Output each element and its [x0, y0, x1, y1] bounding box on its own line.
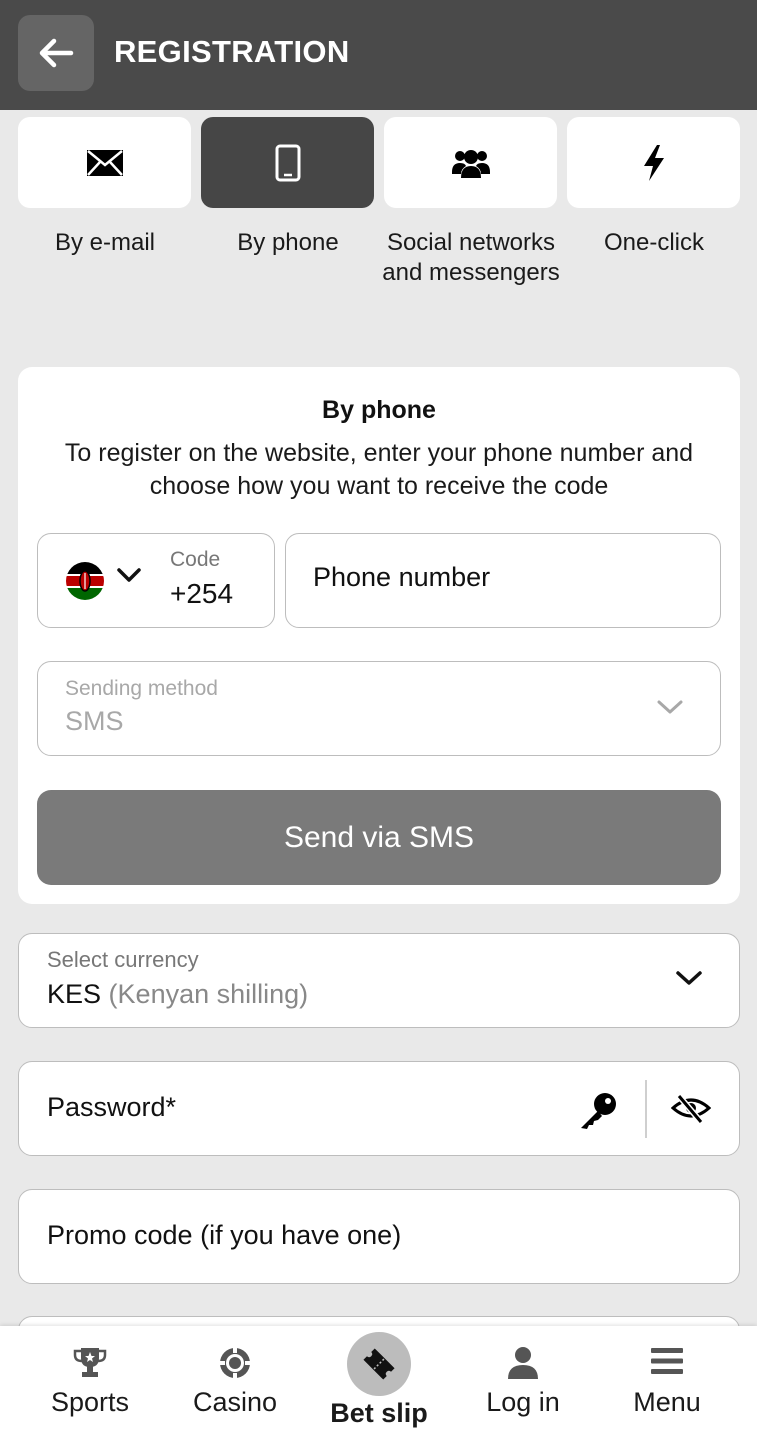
currency-value: KES (Kenyan shilling): [47, 979, 308, 1010]
nav-item-menu[interactable]: Menu: [597, 1326, 737, 1434]
country-code-selector[interactable]: Code +254: [37, 533, 275, 628]
casino-chip-icon: [219, 1347, 251, 1379]
phone-number-input[interactable]: [313, 562, 693, 593]
arrow-left-icon: [39, 38, 74, 68]
password-input[interactable]: [47, 1092, 567, 1123]
nav-item-sports[interactable]: Sports: [20, 1326, 160, 1434]
nav-item-bet-slip[interactable]: Bet slip: [309, 1326, 449, 1434]
method-tile-social[interactable]: [384, 117, 557, 208]
code-value: +254: [170, 578, 234, 609]
method-label-one-click: One-click: [603, 229, 705, 256]
envelope-icon: [86, 149, 123, 176]
method-label-phone: By phone: [237, 229, 339, 256]
chevron-down-icon: [676, 971, 702, 985]
card-title: By phone: [322, 396, 436, 424]
chevron-down-icon: [657, 700, 683, 714]
key-icon[interactable]: [577, 1091, 619, 1131]
method-label-email: By e-mail: [54, 229, 156, 256]
card-description: To register on the website, enter your p…: [64, 439, 694, 500]
currency-label: Select currency: [47, 947, 199, 972]
currency-code: KES: [47, 979, 102, 1009]
nav-label-menu: Menu: [633, 1387, 701, 1417]
password-field-divider: [645, 1080, 647, 1138]
bet-slip-circle: [347, 1332, 411, 1396]
code-label: Code: [170, 548, 221, 571]
nav-label-bet-slip: Bet slip: [330, 1398, 428, 1428]
bottom-nav: Sports Casino Bet slip Log in Menu: [0, 1326, 757, 1434]
nav-label-log-in: Log in: [486, 1387, 560, 1417]
ticket-icon: [363, 1348, 395, 1380]
user-icon: [508, 1347, 538, 1379]
hamburger-menu-icon: [651, 1348, 683, 1374]
method-tile-email[interactable]: [18, 117, 191, 208]
promo-code-field[interactable]: [18, 1189, 740, 1284]
currency-name: (Kenyan shilling): [108, 979, 309, 1009]
password-field[interactable]: [18, 1061, 740, 1156]
phone-number-field[interactable]: [285, 533, 721, 628]
lightning-icon: [643, 144, 664, 181]
method-tile-phone[interactable]: [201, 117, 374, 208]
nav-label-sports: Sports: [50, 1387, 130, 1417]
sending-method-select[interactable]: Sending method SMS: [37, 661, 721, 756]
smartphone-icon: [275, 144, 300, 181]
chevron-down-icon: [117, 568, 141, 582]
phone-registration-card: By phone To register on the website, ent…: [18, 367, 740, 904]
trophy-icon: [73, 1348, 107, 1377]
back-button[interactable]: [18, 15, 94, 91]
sending-method-value: SMS: [65, 706, 124, 736]
currency-select[interactable]: Select currency KES (Kenyan shilling): [18, 933, 740, 1028]
method-label-social: Social networks and messengers: [382, 229, 560, 286]
send-via-sms-button[interactable]: Send via SMS: [37, 790, 721, 885]
nav-item-casino[interactable]: Casino: [165, 1326, 305, 1434]
eye-slash-icon[interactable]: [671, 1092, 711, 1124]
page-title: REGISTRATION: [114, 34, 350, 69]
kenya-flag-icon: [66, 562, 104, 600]
sending-method-label: Sending method: [65, 677, 218, 700]
app-header: REGISTRATION: [0, 0, 757, 110]
method-tile-one-click[interactable]: [567, 117, 740, 208]
nav-label-casino: Casino: [192, 1387, 278, 1417]
nav-item-log-in[interactable]: Log in: [453, 1326, 593, 1434]
users-icon: [451, 149, 490, 178]
promo-code-input[interactable]: [47, 1220, 707, 1251]
